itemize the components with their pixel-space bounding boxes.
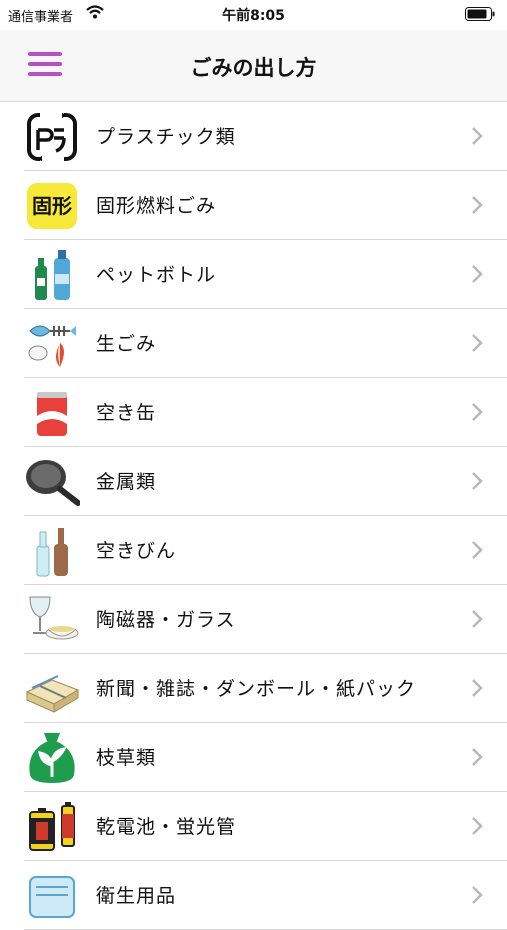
battery-icon [29, 802, 75, 851]
frying-pan-icon [26, 460, 80, 506]
grass-bag-icon [29, 733, 75, 783]
list-item-grass[interactable]: 枝草類 [24, 723, 507, 792]
status-time: 午前8:05 [222, 8, 285, 24]
status-bar: 通信事業者 午前8:05 [0, 0, 507, 30]
list-item-label: 枝草類 [96, 747, 157, 769]
list-item-label: 衛生用品 [96, 885, 177, 907]
list-item-solid-fuel[interactable]: 固形 固形燃料ごみ [24, 171, 507, 240]
list-item-label: ペットボトル [96, 264, 217, 286]
list-item-label: 空きびん [96, 540, 177, 562]
chevron-right-icon [472, 886, 483, 904]
chevron-right-icon [472, 610, 483, 628]
solid-fuel-icon: 固形 [27, 183, 77, 229]
chevron-right-icon [472, 748, 483, 766]
sanitary-icon [29, 876, 75, 918]
glass-bottle-icon [36, 528, 68, 577]
ceramics-glass-icon [29, 596, 79, 640]
list-item-paper[interactable]: 新聞・雑誌・ダンボール・紙パック [24, 654, 507, 723]
chevron-right-icon [472, 265, 483, 283]
list-item-label: 乾電池・蛍光管 [96, 816, 237, 838]
chevron-right-icon [472, 679, 483, 697]
list-item-food-waste[interactable]: 生ごみ [24, 309, 507, 378]
newspaper-bundle-icon [25, 675, 80, 713]
can-icon [37, 392, 67, 436]
chevron-right-icon [472, 472, 483, 490]
svg-text:固形: 固形 [32, 194, 72, 218]
list-item-can[interactable]: 空き缶 [24, 378, 507, 447]
list-item-battery[interactable]: 乾電池・蛍光管 [24, 792, 507, 861]
page-title: ごみの出し方 [190, 56, 317, 80]
pet-bottle-icon [35, 250, 70, 300]
food-waste-icon [28, 325, 76, 367]
chevron-right-icon [472, 541, 483, 559]
chevron-right-icon [472, 334, 483, 352]
list-item-label: プラスチック類 [96, 126, 236, 148]
plastic-recycle-icon [27, 111, 77, 163]
list-item-label: 陶磁器・ガラス [96, 609, 236, 631]
list-item-label: 空き缶 [96, 402, 157, 424]
list-item-label: 生ごみ [96, 333, 157, 355]
chevron-right-icon [472, 127, 483, 145]
list-item-sanitary[interactable]: 衛生用品 [24, 861, 507, 930]
category-list: プラスチック類 固形 固形燃料ごみ ペットボトル 生ごみ 空き缶 金属類 空きび… [0, 102, 507, 930]
list-item-glass-bottle[interactable]: 空きびん [24, 516, 507, 585]
list-item-label: 金属類 [96, 471, 157, 493]
list-item-ceramics[interactable]: 陶磁器・ガラス [24, 585, 507, 654]
list-item-label: 新聞・雑誌・ダンボール・紙パック [96, 678, 417, 700]
list-item-plastic[interactable]: プラスチック類 [24, 102, 507, 171]
chevron-right-icon [472, 403, 483, 421]
list-item-metal[interactable]: 金属類 [24, 447, 507, 516]
list-item-pet-bottle[interactable]: ペットボトル [24, 240, 507, 309]
list-item-label: 固形燃料ごみ [96, 195, 217, 217]
chevron-right-icon [472, 817, 483, 835]
navigation-bar: ごみの出し方 [0, 30, 507, 102]
battery-status-icon [465, 7, 495, 21]
chevron-right-icon [472, 196, 483, 214]
